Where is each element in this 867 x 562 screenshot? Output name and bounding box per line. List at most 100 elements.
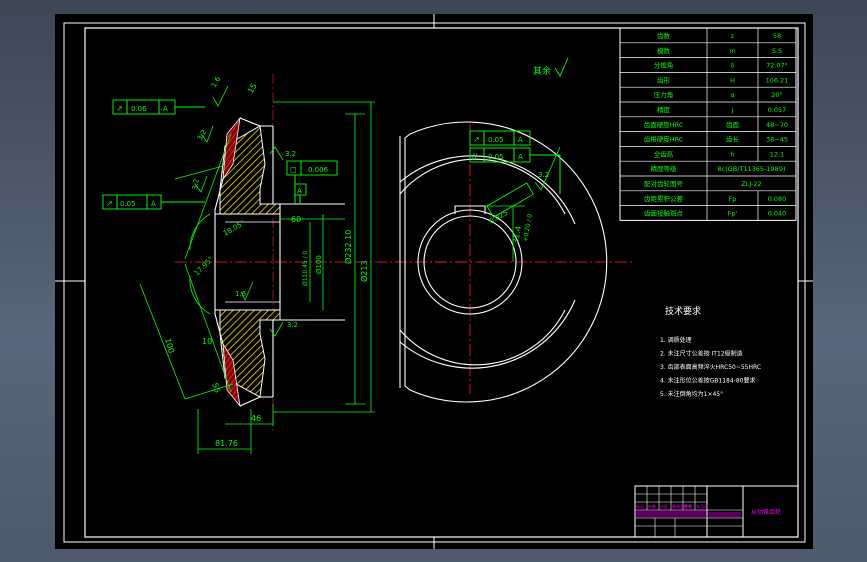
tech-req-item: 1. 调质处理 [660,336,692,344]
param-value: 48~70 [766,121,788,129]
svg-text:分区: 分区 [660,503,668,509]
tolerance-frame-2: ↗ 0.05 A [102,194,205,210]
param-row: 分锥角 δ 72.07° [654,61,788,70]
front-view: 31.4 +0.20 / 0 0.025 3.2 ↗ 0.05 A // 0.0… [395,121,635,403]
section-view: Ø232.10 Ø213 Ø100 Ø110.45 / 0 60 81.76 4… [102,74,475,454]
tech-req-item: 5. 未注倒角均为1×45° [660,390,723,398]
param-symbol: h [730,150,734,158]
tech-req-item: 2. 未注尺寸公差按 IT12级制造 [660,350,743,358]
dim-d3: Ø100 [315,255,323,274]
param-name: 模数 [657,46,671,55]
param-value: 0.040 [768,210,787,218]
svg-text:↗: ↗ [473,135,480,144]
param-name: 配对齿轮图号 [644,179,684,188]
param-name: 齿根硬度HRC [644,135,684,144]
front-roughness [534,146,561,191]
param-value: 20° [771,91,783,99]
dim-d1: Ø232.10 [343,230,353,264]
param-name: 齿面硬度HRC [644,120,684,129]
param-row: 齿距累积公差 Fp 0.080 [644,194,786,203]
tolerance-frame-1: ↗ 0.06 A [112,99,205,115]
rough-4: 1.6 [235,290,247,298]
param-symbol: δ [731,62,735,70]
rough-6: 3.2 [285,150,296,158]
param-name: 齿距累积公差 [644,194,684,203]
param-symbol: 齿面 [726,121,740,129]
dim-len2: 46 [251,414,261,423]
param-symbol: Fp [729,195,737,203]
param-symbol: Fp' [728,210,738,218]
dim-len5: 55 [210,382,222,395]
dim-d4: Ø110.45 / 0 [302,250,309,286]
svg-text:标记: 标记 [636,503,644,509]
drawing-canvas: Ø232.10 Ø213 Ø100 Ø110.45 / 0 60 81.76 4… [55,14,813,549]
svg-text:处数: 处数 [648,503,656,509]
tech-req-title: 技术要求 [665,305,701,317]
param-value: 72.07° [766,62,788,70]
svg-text:0.06: 0.06 [131,105,147,113]
param-symbol: 齿长 [726,135,740,144]
title-block: 标记 处数 分区 更改文件号 签名 年月日 从动锥齿轮 [634,485,799,538]
param-row: 齿面接触斑点 Fp' 0.040 [644,209,786,218]
drawing-sheet[interactable]: Ø232.10 Ø213 Ø100 Ø110.45 / 0 60 81.76 4… [55,14,813,549]
param-value: 106.21 [766,76,789,84]
svg-text:0.05: 0.05 [488,153,504,161]
dim-len6: 100 [163,337,176,354]
dim-d2: Ø213 [359,260,369,282]
rough-front: 3.2 [538,171,549,179]
dim-bore: 60 [291,215,301,224]
param-name: 精度等级 [651,164,678,173]
param-value: 0.080 [768,195,787,203]
dim-len4: 10 [202,337,212,346]
tech-req-item: 4. 未注形位公差按GB1184-80要求 [660,377,755,385]
svg-text:A: A [151,200,156,208]
dim-len1: 81.76 [215,439,238,448]
param-row: 精度等级 8c(GB/T11365-1989) [651,164,786,173]
svg-text:A: A [163,105,168,113]
dim-len3: 15 [246,82,259,95]
param-value: 8c(GB/T11365-1989) [717,165,785,173]
svg-text:签名: 签名 [684,503,692,509]
param-symbol: H [730,76,735,84]
param-name: 全齿高 [654,149,674,158]
param-row: 齿数 z 58 [657,31,781,40]
param-value: ZLJ-22 [741,180,761,188]
svg-text:0.05: 0.05 [488,136,504,144]
svg-text:A: A [297,187,302,195]
tolerance-frame-3: ◻ 0.006 [286,160,338,204]
rough-3: 3.2 [191,178,201,190]
svg-text:A: A [518,153,523,161]
svg-text:◻: ◻ [290,165,297,174]
dim-keyway-tol: +0.20 / 0 [522,213,534,242]
rough-5: 3.2 [287,321,298,329]
param-value: 12.1 [770,150,784,158]
svg-text:↗: ↗ [116,104,123,113]
param-name: 精度 [657,105,671,114]
param-row: 齿面硬度HRC 齿面 48~70 [644,120,788,129]
rough-2: 3.2 [196,128,208,142]
cad-viewport[interactable]: Ø232.10 Ø213 Ø100 Ø110.45 / 0 60 81.76 4… [0,0,867,562]
roughness-note: 其余 [533,57,569,77]
svg-text:0.05: 0.05 [120,200,136,208]
svg-text:其余: 其余 [533,65,551,77]
param-symbol: j [731,106,734,114]
svg-text:A: A [518,136,523,144]
param-value: 38~45 [766,136,788,144]
param-value: 0.057 [768,106,787,114]
param-value: 58 [773,32,781,40]
datum-a: A [294,183,307,204]
svg-text://: // [472,152,478,161]
param-name: 齿形 [657,76,671,84]
param-name: 分锥角 [654,61,674,70]
diameter-dim-lines [273,101,375,413]
param-row: 精度 j 0.057 [657,105,786,114]
param-row: 配对齿轮图号 ZLJ-22 [644,179,762,188]
pitch-cone-lines [139,133,234,400]
tech-req-item: 3. 齿部表面高频淬火HRC50~55HRC [660,363,761,371]
param-symbol: α [730,91,734,99]
tech-requirements: 技术要求 1. 调质处理 2. 未注尺寸公差按 IT12级制造 3. 齿部表面高频淬… [660,305,761,398]
svg-text:0.025: 0.025 [488,209,509,226]
param-row: 齿根硬度HRC 齿长 38~45 [644,135,788,144]
dim-angle2: 17.95° [193,255,215,277]
rough-1: 1.6 [210,75,223,89]
